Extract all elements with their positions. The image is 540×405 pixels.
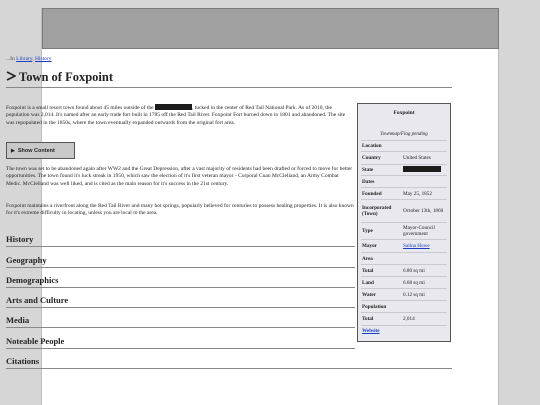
section-list: History Geography Demographics Arts and … <box>6 227 452 370</box>
infobox-header-dates: Dates <box>361 175 447 187</box>
infobox-row-total-population: Total 2,014 <box>361 312 447 325</box>
total-population-label: Total <box>362 316 374 322</box>
breadcrumb-link-history[interactable]: History <box>35 56 52 62</box>
intro-text-start: Foxpoint is a small resort town found ab… <box>6 105 154 111</box>
total-area-value: 6.80 sq mi <box>403 267 425 274</box>
infobox-header-area: Area <box>361 252 447 264</box>
redaction-bar <box>154 104 192 110</box>
infobox-title: Foxpoint <box>393 110 415 116</box>
header-banner <box>42 8 499 49</box>
triangle-right-icon: ▶ <box>11 147 15 154</box>
total-area-label: Total <box>362 267 374 274</box>
founded-value: May 25, 1852 <box>403 190 432 197</box>
infobox-row-type: Type Mayor-Council government <box>361 222 447 239</box>
riverfront-paragraph: Foxpoint maintains a riverfront along th… <box>6 203 354 217</box>
section-history[interactable]: History <box>6 227 355 248</box>
infobox-caption: Townmap/Flag pending <box>380 132 428 137</box>
section-geography[interactable]: Geography <box>6 247 355 268</box>
water-label: Water <box>362 291 376 298</box>
total-population-value: 2,014 <box>403 316 415 322</box>
section-arts-and-culture[interactable]: Arts and Culture <box>6 288 355 309</box>
infobox-row-total-area: Total 6.80 sq mi <box>361 264 447 276</box>
section-noteable-people[interactable]: Noteable People <box>6 328 355 349</box>
website-link[interactable]: Website <box>361 325 447 336</box>
show-content-label: Show Content <box>17 147 55 154</box>
intro-paragraph: Foxpoint is a small resort town found ab… <box>6 104 355 127</box>
infobox-row-land: Land 6.68 sq mi <box>361 276 447 288</box>
land-label: Land <box>362 279 374 286</box>
type-label: Type <box>362 228 373 234</box>
mayor-label: Mayor <box>362 243 377 249</box>
breadcrumb-link-library[interactable]: Library <box>16 56 32 62</box>
infobox-row-country: Country United States <box>361 151 447 164</box>
breadcrumb: ...In Library, History <box>6 56 51 62</box>
incorporated-value: October 13th, 1860 <box>403 208 444 214</box>
infobox-row-state: State <box>361 164 447 175</box>
infobox: Foxpoint Townmap/Flag pending Location C… <box>357 103 451 342</box>
state-label: State <box>362 167 374 173</box>
breadcrumb-separator: , <box>32 56 34 62</box>
infobox-header-location: Location <box>361 140 447 151</box>
infobox-row-incorporated: Incorporated (Town) October 13th, 1860 <box>361 199 447 222</box>
section-media[interactable]: Media <box>6 308 355 329</box>
section-demographics[interactable]: Demographics <box>6 268 355 288</box>
infobox-header-population: Population <box>361 300 447 312</box>
breadcrumb-prefix: ...In <box>6 56 15 62</box>
country-value: United States <box>403 155 431 161</box>
section-citations[interactable]: Citations <box>6 349 452 370</box>
infobox-row-mayor: Mayor Salina Howe <box>361 239 447 252</box>
page-title: Town of Foxpoint <box>19 70 114 84</box>
page-title-container: Town of Foxpoint <box>6 70 452 88</box>
incorporated-label: Incorporated (Town) <box>362 205 392 217</box>
type-value: Mayor-Council government <box>403 225 435 237</box>
mayor-link[interactable]: Salina Howe <box>403 243 447 249</box>
water-value: 0.12 sq mi <box>403 291 425 298</box>
infobox-row-founded: Founded May 25, 1852 <box>361 187 447 199</box>
infobox-row-water: Water 0.12 sq mi <box>361 288 447 300</box>
history-paragraph: The town was set to be abandoned again a… <box>6 166 353 187</box>
state-redaction-bar <box>403 166 441 172</box>
show-content-button[interactable]: ▶ Show Content <box>6 142 75 159</box>
founded-label: Founded <box>362 190 382 197</box>
arrow-right-icon <box>6 70 17 85</box>
land-value: 6.68 sq mi <box>403 279 425 286</box>
country-label: Country <box>362 155 381 161</box>
